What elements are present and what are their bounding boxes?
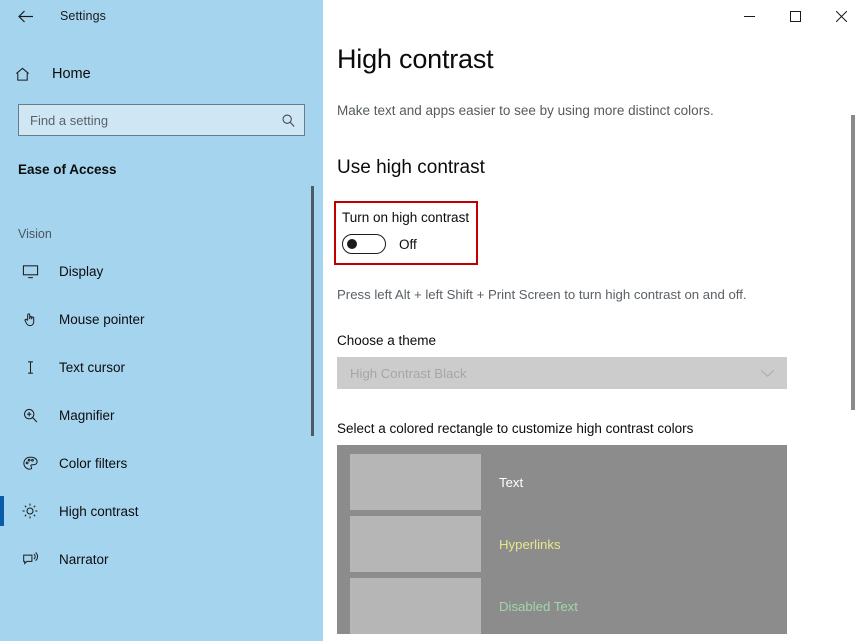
search-input[interactable]	[30, 112, 281, 128]
sidebar-item-high-contrast[interactable]: High contrast	[0, 487, 323, 535]
swatch-instructions: Select a colored rectangle to customize …	[337, 421, 694, 436]
toggle-knob	[347, 239, 357, 249]
sidebar-category: Ease of Access	[18, 162, 117, 177]
swatch-chip-text[interactable]	[350, 454, 481, 510]
sidebar-item-home[interactable]: Home	[0, 54, 323, 94]
sidebar-item-display-label: Display	[59, 263, 104, 279]
swatch-row-disabled-text[interactable]: Disabled Text	[350, 578, 787, 634]
theme-select[interactable]: High Contrast Black	[337, 357, 787, 389]
sidebar-item-narrator-label: Narrator	[59, 551, 109, 567]
close-button[interactable]	[818, 0, 864, 32]
sidebar-scrollbar[interactable]	[311, 186, 314, 436]
swatch-label-hyperlinks: Hyperlinks	[499, 536, 561, 552]
swatch-row-hyperlinks[interactable]: Hyperlinks	[350, 516, 787, 572]
swatch-chip-disabled-text[interactable]	[350, 578, 481, 634]
search-box[interactable]	[18, 104, 305, 136]
theme-label: Choose a theme	[337, 333, 437, 348]
hand-pointer-icon	[18, 311, 42, 328]
home-icon	[14, 66, 40, 83]
sidebar-item-magnifier[interactable]: Magnifier	[0, 391, 323, 439]
high-contrast-toggle-group: Turn on high contrast Off	[334, 201, 478, 265]
chevron-down-icon	[760, 369, 775, 378]
sidebar: Settings Home Ease of Access Vision	[0, 0, 323, 641]
section-title-use-high-contrast: Use high contrast	[337, 157, 485, 178]
sidebar-item-narrator[interactable]: Narrator	[0, 535, 323, 583]
sidebar-item-high-contrast-label: High contrast	[59, 503, 139, 519]
maximize-button[interactable]	[772, 0, 818, 32]
monitor-icon	[18, 263, 42, 280]
sidebar-item-magnifier-label: Magnifier	[59, 407, 115, 423]
page-title: High contrast	[337, 44, 494, 74]
narrator-icon	[18, 551, 42, 568]
back-arrow-icon[interactable]	[12, 3, 38, 29]
settings-window: Settings Home Ease of Access Vision	[0, 0, 864, 641]
toggle-state-label: Off	[399, 236, 417, 252]
toggle-row: Off	[342, 234, 476, 254]
magnifier-icon	[18, 407, 42, 424]
text-cursor-icon	[18, 359, 42, 376]
main-scrollbar[interactable]	[851, 115, 855, 410]
page-description: Make text and apps easier to see by usin…	[337, 103, 714, 118]
swatch-label-disabled-text: Disabled Text	[499, 598, 578, 614]
brightness-icon	[18, 502, 42, 520]
main-content: High contrast Make text and apps easier …	[323, 0, 864, 641]
window-controls	[726, 0, 864, 32]
settings-panel: High contrast Make text and apps easier …	[323, 0, 864, 634]
sidebar-item-text-cursor[interactable]: Text cursor	[0, 343, 323, 391]
sidebar-item-home-label: Home	[52, 66, 91, 82]
app-title: Settings	[60, 9, 106, 23]
minimize-button[interactable]	[726, 0, 772, 32]
search-icon[interactable]	[281, 113, 296, 128]
sidebar-item-color-filters[interactable]: Color filters	[0, 439, 323, 487]
swatch-label-text: Text	[499, 474, 524, 490]
sidebar-titlebar: Settings	[0, 0, 323, 32]
toggle-label: Turn on high contrast	[342, 210, 470, 225]
palette-icon	[18, 455, 42, 472]
swatch-chip-hyperlinks[interactable]	[350, 516, 481, 572]
sidebar-item-display[interactable]: Display	[0, 247, 323, 295]
swatch-row-text[interactable]: Text	[350, 454, 787, 510]
sidebar-item-mouse-pointer[interactable]: Mouse pointer	[0, 295, 323, 343]
theme-selected-value: High Contrast Black	[350, 365, 467, 381]
sidebar-item-color-filters-label: Color filters	[59, 455, 128, 471]
sidebar-item-text-cursor-label: Text cursor	[59, 359, 126, 375]
sidebar-group-vision: Vision	[18, 227, 52, 241]
high-contrast-toggle[interactable]	[342, 234, 386, 254]
color-swatch-panel: Text Hyperlinks Disabled Text	[337, 445, 787, 634]
sidebar-item-mouse-pointer-label: Mouse pointer	[59, 311, 145, 327]
shortcut-hint: Press left Alt + left Shift + Print Scre…	[337, 287, 747, 302]
